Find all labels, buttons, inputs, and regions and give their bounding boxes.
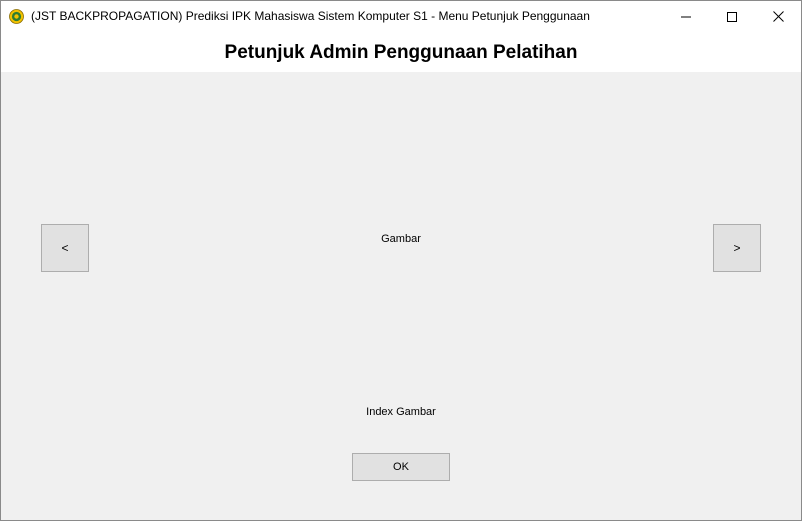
window-title: (JST BACKPROPAGATION) Prediksi IPK Mahas… (31, 9, 590, 23)
image-index-label: Index Gambar (366, 406, 436, 418)
header-panel: Petunjuk Admin Penggunaan Pelatihan (1, 32, 801, 72)
close-button[interactable] (755, 1, 801, 32)
image-display-label: Gambar (381, 233, 421, 245)
university-seal-icon (9, 9, 24, 24)
close-icon (772, 11, 784, 22)
maximize-icon (727, 11, 737, 22)
maximize-button[interactable] (709, 1, 755, 32)
page-title: Petunjuk Admin Penggunaan Pelatihan (224, 42, 578, 63)
minimize-icon (681, 16, 691, 17)
next-image-button[interactable]: > (713, 224, 761, 272)
app-window: (JST BACKPROPAGATION) Prediksi IPK Mahas… (0, 0, 802, 521)
title-bar[interactable]: (JST BACKPROPAGATION) Prediksi IPK Mahas… (1, 1, 801, 32)
ok-button[interactable]: OK (352, 453, 450, 481)
previous-image-button[interactable]: < (41, 224, 89, 272)
minimize-button[interactable] (663, 1, 709, 32)
